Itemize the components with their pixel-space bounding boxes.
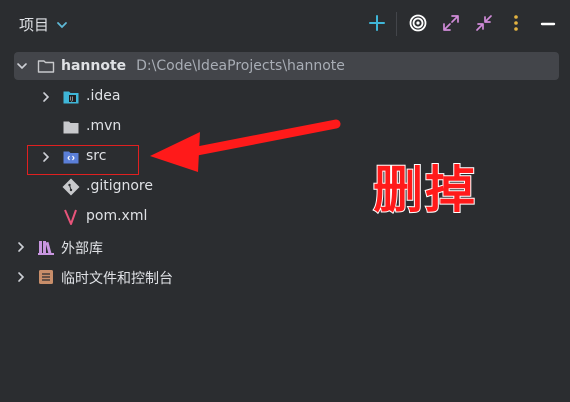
project-panel-header: 项目 bbox=[0, 0, 570, 48]
chevron-right-icon[interactable] bbox=[40, 91, 52, 103]
tree-item-pom[interactable]: pom.xml bbox=[0, 202, 570, 232]
chevron-right-icon[interactable] bbox=[15, 271, 27, 283]
collapse-all-icon[interactable] bbox=[474, 13, 494, 33]
tree-item-idea[interactable]: IJ .idea bbox=[0, 82, 570, 112]
scratches-icon bbox=[39, 270, 53, 284]
tree-item-label: .mvn bbox=[86, 118, 122, 134]
expand-all-icon[interactable] bbox=[441, 13, 461, 33]
tree-root-hannote[interactable]: hannote D:\Code\IdeaProjects\hannote bbox=[14, 52, 559, 80]
tree-item-scratches[interactable]: 临时文件和控制台 bbox=[0, 262, 570, 292]
plus-icon[interactable] bbox=[367, 13, 387, 33]
git-file-icon bbox=[62, 178, 80, 196]
chevron-right-icon[interactable] bbox=[15, 241, 27, 253]
tree-item-label: .idea bbox=[86, 88, 121, 104]
toolbar-separator bbox=[396, 12, 397, 36]
library-icon bbox=[38, 241, 54, 255]
tree-item-external-libraries[interactable]: 外部库 bbox=[0, 232, 570, 262]
root-path: D:\Code\IdeaProjects\hannote bbox=[136, 58, 345, 74]
tree-root-label: hannote D:\Code\IdeaProjects\hannote bbox=[61, 58, 345, 74]
annotation-arrow-icon bbox=[150, 119, 341, 172]
maven-icon bbox=[64, 209, 77, 225]
annotation-text: 删掉 bbox=[372, 160, 477, 220]
chevron-down-icon bbox=[57, 21, 67, 28]
target-icon[interactable] bbox=[408, 13, 428, 33]
tree-item-label: 外部库 bbox=[61, 241, 103, 257]
tree-item-label: pom.xml bbox=[86, 208, 148, 224]
minimize-icon[interactable] bbox=[538, 13, 558, 33]
svg-text:IJ: IJ bbox=[70, 97, 73, 103]
root-name: hannote bbox=[61, 58, 127, 74]
folder-icon bbox=[37, 60, 55, 73]
idea-folder-icon: IJ bbox=[63, 91, 79, 104]
project-view-selector[interactable]: 项目 bbox=[19, 14, 69, 35]
tree-item-label: 临时文件和控制台 bbox=[61, 271, 173, 287]
panel-title: 项目 bbox=[19, 16, 50, 34]
chevron-down-icon[interactable] bbox=[16, 60, 28, 72]
tree-item-label: .gitignore bbox=[86, 178, 153, 194]
more-options-icon[interactable] bbox=[506, 13, 526, 33]
annotation-highlight-box bbox=[27, 145, 139, 175]
folder-icon bbox=[63, 121, 79, 134]
